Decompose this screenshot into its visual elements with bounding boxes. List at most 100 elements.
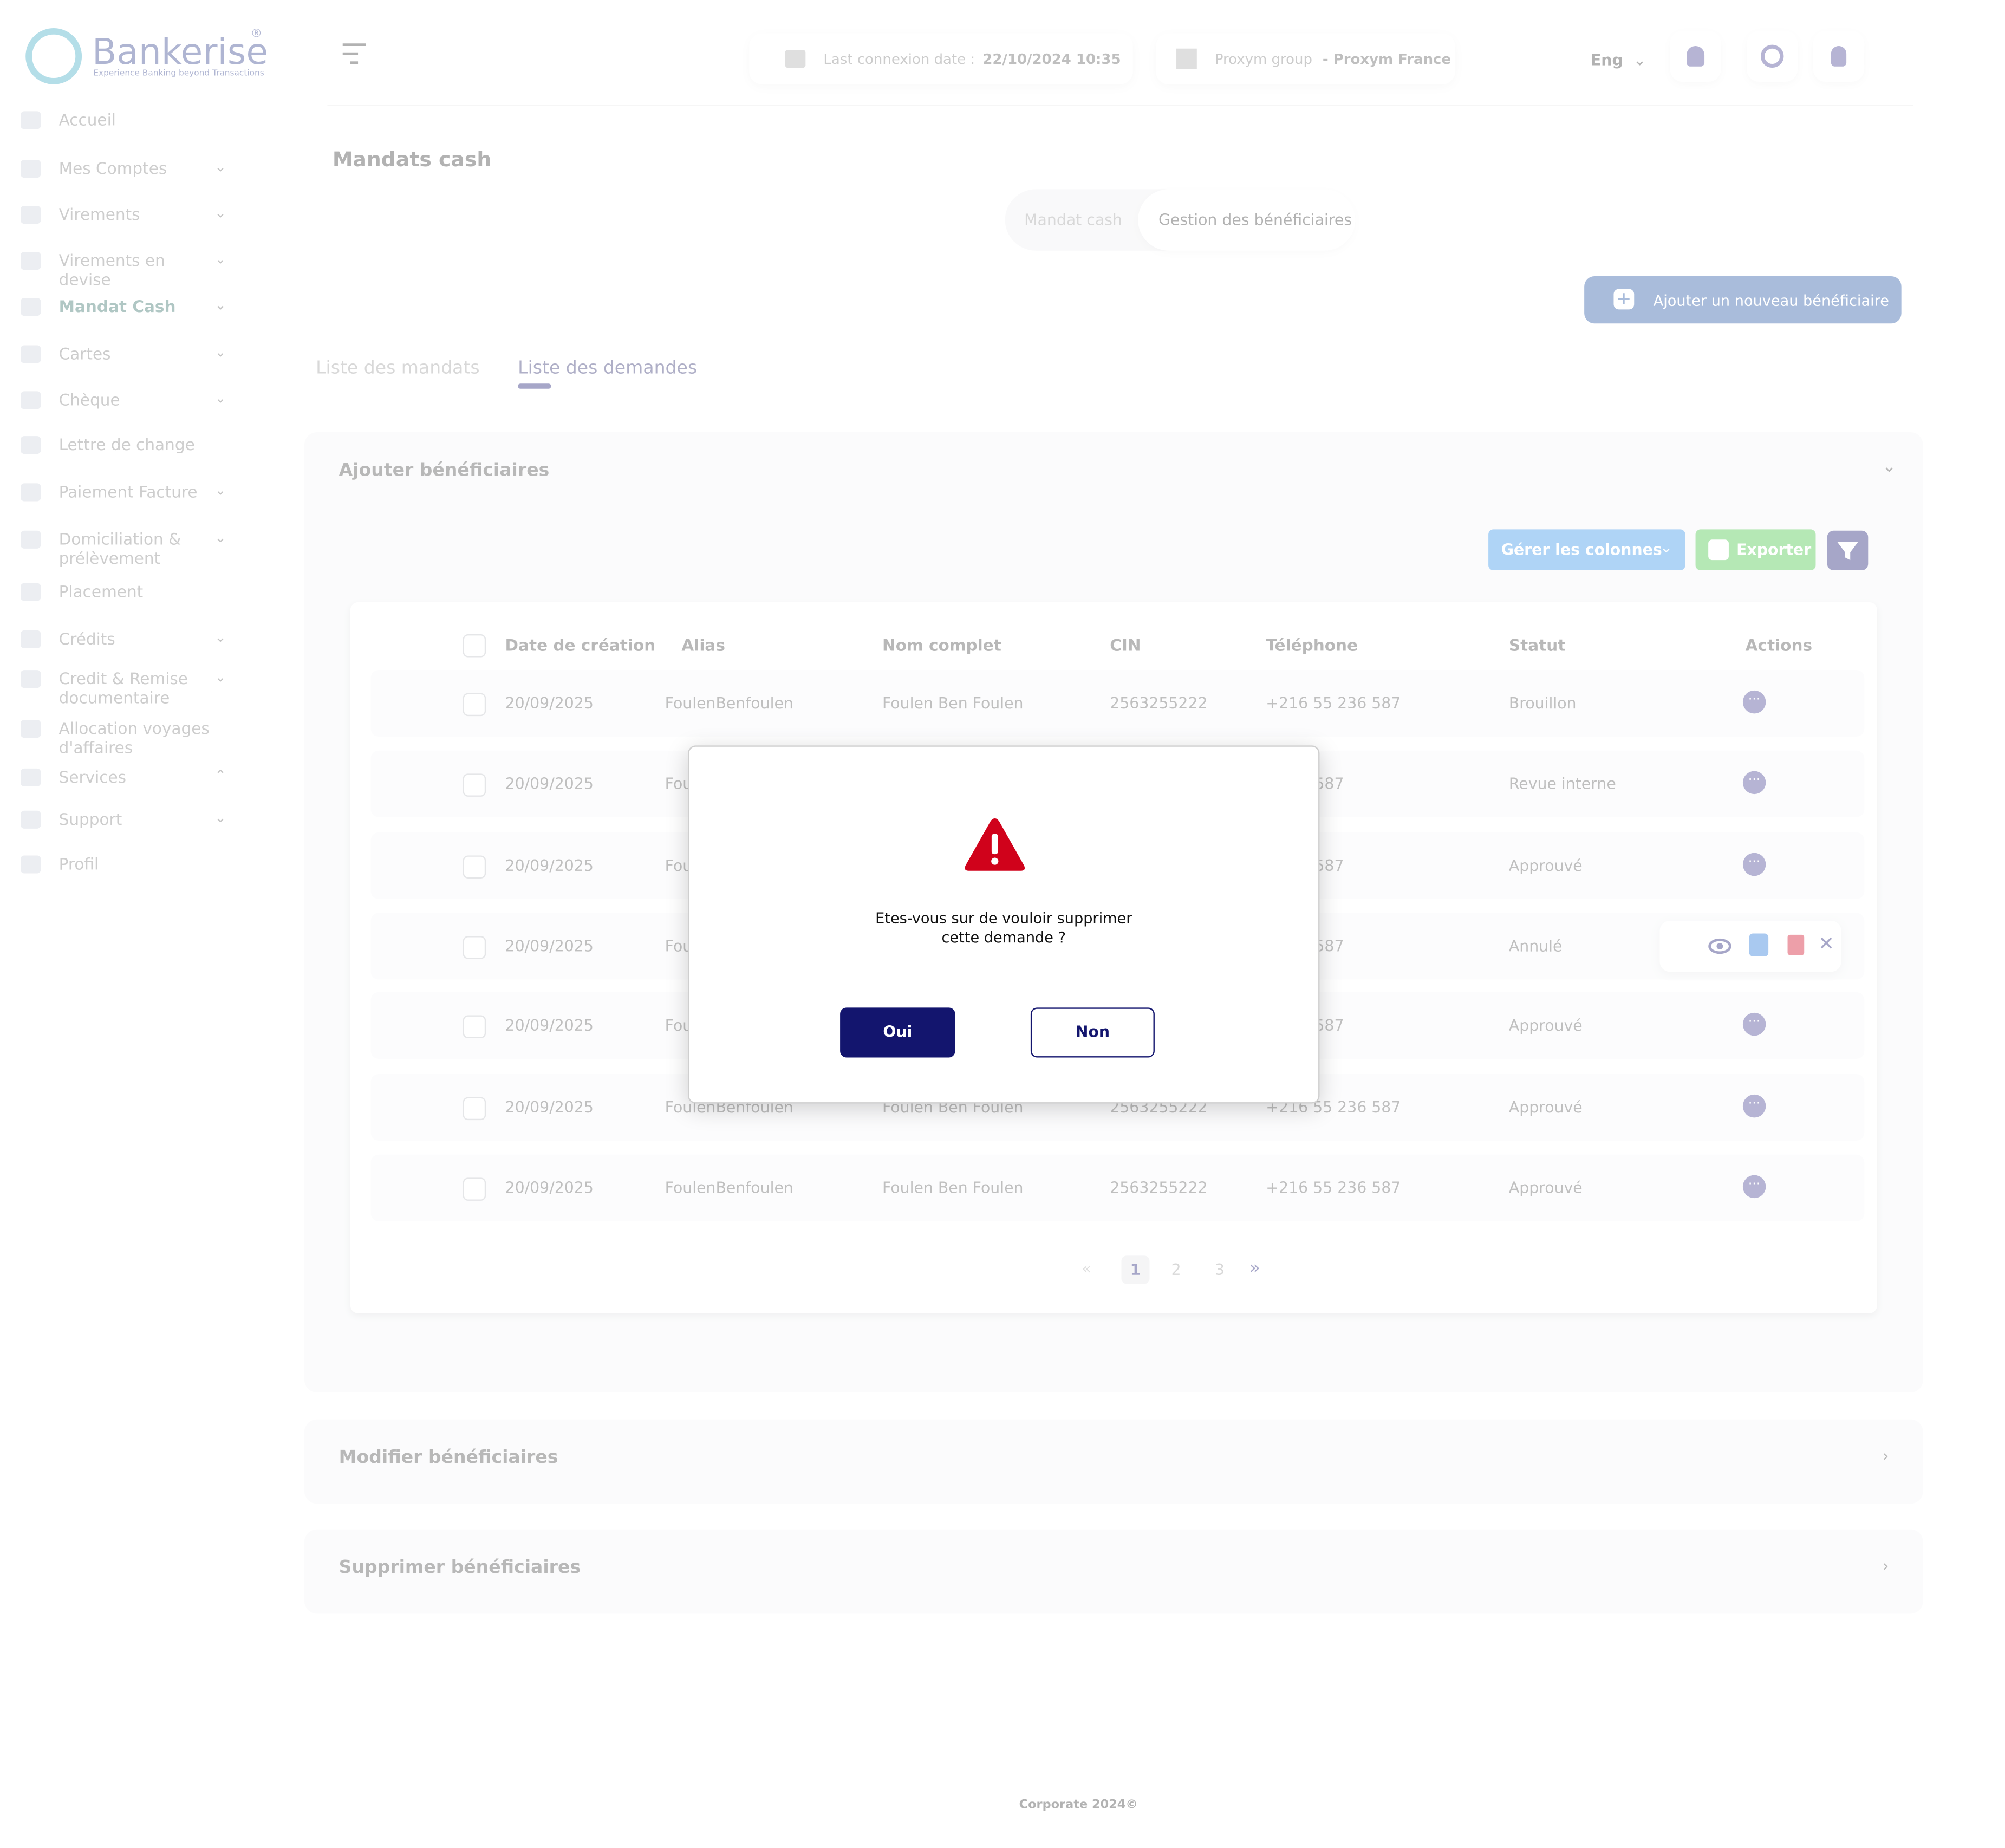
edit-document-icon[interactable] [1749,933,1769,956]
sidebar-item[interactable]: Services ⌃ [20,767,232,786]
row-actions-menu: ✕ [1659,920,1841,972]
cell-date: 20/09/2025 [505,1098,594,1117]
row-checkbox[interactable] [463,1177,486,1201]
segment-mandat-cash[interactable]: Mandat cash [1024,211,1122,229]
table-row[interactable]: 20/09/2025 FoulenBenfoulen Foulen Ben Foul… [370,1154,1865,1221]
pagination-first[interactable]: « [1082,1259,1091,1277]
more-actions-icon[interactable]: ··· [1742,1012,1766,1036]
close-icon[interactable]: ✕ [1818,932,1834,955]
sidebar-item-label: Virements en devise [58,250,165,289]
eye-icon[interactable] [1708,935,1731,958]
sidebar-item[interactable]: Domiciliation & prélèvement ⌄ [20,529,232,568]
more-actions-icon[interactable]: ··· [1742,1094,1766,1118]
chevron-icon: ⌄ [214,809,226,827]
sidebar-item[interactable]: Accueil [20,110,232,129]
chevron-down-icon: ⌄ [1633,51,1646,69]
column-header: Alias [681,635,725,655]
cell-status: Approuvé [1508,1098,1583,1117]
table-row[interactable]: 20/09/2025 FoulenBenfoulen Foulen Ben Foul… [370,670,1865,737]
sidebar-item-icon [20,530,41,549]
chevron-icon: ⌄ [214,668,226,686]
sidebar-item-label: Placement [58,582,144,601]
chevron-icon: ⌄ [214,344,226,361]
sidebar-item[interactable]: Mandat Cash ⌄ [20,297,232,316]
section-title[interactable]: Ajouter bénéficiaires [339,460,550,481]
sidebar-item-icon [20,298,41,316]
menu-toggle-icon[interactable] [342,43,366,64]
add-beneficiary-label: Ajouter un nouveau bénéficiaire [1653,291,1889,310]
pagination-page-3[interactable]: 3 [1215,1261,1225,1279]
select-all-checkbox[interactable] [463,634,486,658]
row-checkbox[interactable] [463,855,486,879]
chevron-icon: ⌄ [214,250,226,268]
tab-liste-demandes[interactable]: Liste des demandes [518,358,697,379]
manage-columns-button[interactable]: Gérer les colonnes ⌄ [1488,529,1685,570]
confirm-yes-button[interactable]: Oui [840,1007,955,1058]
sidebar-item[interactable]: Chèque ⌄ [20,390,232,409]
sidebar-item-icon [20,206,41,224]
sidebar-item-icon [20,768,41,786]
sidebar-item[interactable]: Allocation voyages d'affaires [20,719,232,757]
row-checkbox[interactable] [463,1015,486,1039]
export-button[interactable]: Exporter [1695,529,1816,570]
chevron-icon: ⌄ [214,390,226,407]
sidebar-item[interactable]: Credit & Remise documentaire ⌄ [20,668,232,707]
chevron-icon: ⌄ [214,629,226,646]
sidebar-item-label: Crédits [58,629,115,648]
chevron-icon: ⌃ [214,767,226,784]
chevron-right-icon: › [1882,1447,1889,1467]
modify-beneficiaries-section[interactable]: Modifier bénéficiaires › [304,1419,1923,1504]
sidebar-item[interactable]: Cartes ⌄ [20,344,232,363]
sidebar-item-label: Accueil [58,110,116,129]
sidebar-item[interactable]: Mes Comptes ⌄ [20,158,232,178]
sync-button[interactable] [1746,30,1798,82]
profile-button[interactable] [1813,30,1865,82]
sidebar-item[interactable]: Paiement Facture ⌄ [20,482,232,502]
trash-icon[interactable] [1787,934,1805,955]
page-title: Mandats cash [332,147,492,172]
delete-beneficiaries-section[interactable]: Supprimer bénéficiaires › [304,1529,1923,1614]
row-checkbox[interactable] [463,936,486,959]
cell-name: Foulen Ben Foulen [882,694,1024,713]
column-header: Date de création [505,635,656,655]
more-actions-icon[interactable]: ··· [1742,1175,1766,1199]
add-beneficiary-button[interactable]: + Ajouter un nouveau bénéficiaire [1584,276,1902,324]
row-checkbox[interactable] [463,773,486,797]
cell-name: Foulen Ben Foulen [882,1179,1024,1197]
cell-date: 20/09/2025 [505,775,594,793]
sync-icon [1760,44,1784,68]
sidebar-item[interactable]: Support ⌄ [20,809,232,829]
row-checkbox[interactable] [463,693,486,717]
pagination-last[interactable]: » [1249,1258,1260,1279]
sidebar-item[interactable]: Virements en devise ⌄ [20,250,232,289]
sidebar-item-label: Lettre de change [58,434,195,454]
sidebar-item[interactable]: Lettre de change [20,434,232,454]
chevron-down-icon[interactable]: ⌄ [1882,458,1896,477]
filter-button[interactable] [1827,530,1869,570]
tab-liste-mandats[interactable]: Liste des mandats [316,358,479,379]
sidebar-item[interactable]: Crédits ⌄ [20,629,232,648]
pagination-page-2[interactable]: 2 [1171,1261,1181,1279]
column-header: Téléphone [1266,635,1358,655]
chevron-icon: ⌄ [214,158,226,175]
export-icon [1708,539,1729,561]
row-checkbox[interactable] [463,1097,486,1121]
language-select[interactable]: Eng ⌄ [1591,51,1646,69]
cell-date: 20/09/2025 [505,856,594,875]
brand-name: Bankerise [92,30,269,73]
group-pill: Proxym group - Proxym France [1156,33,1455,84]
notifications-button[interactable] [1670,30,1721,82]
segment-gestion-active[interactable]: Gestion des bénéficiaires [1138,189,1356,251]
more-actions-icon[interactable]: ··· [1742,853,1766,876]
more-actions-icon[interactable]: ··· [1742,690,1766,714]
more-actions-icon[interactable]: ··· [1742,771,1766,795]
sidebar-item-icon [20,111,41,129]
sidebar-item[interactable]: Placement [20,582,232,601]
sidebar-item-icon [20,345,41,363]
pagination-page-1[interactable]: 1 [1121,1255,1150,1284]
confirm-no-button[interactable]: Non [1030,1007,1155,1058]
sidebar-item[interactable]: Profil [20,854,232,874]
sidebar-item[interactable]: Virements ⌄ [20,205,232,224]
group-value: - Proxym France [1322,50,1451,67]
dialog-message-line1: Etes-vous sur de vouloir supprimer [875,909,1132,927]
